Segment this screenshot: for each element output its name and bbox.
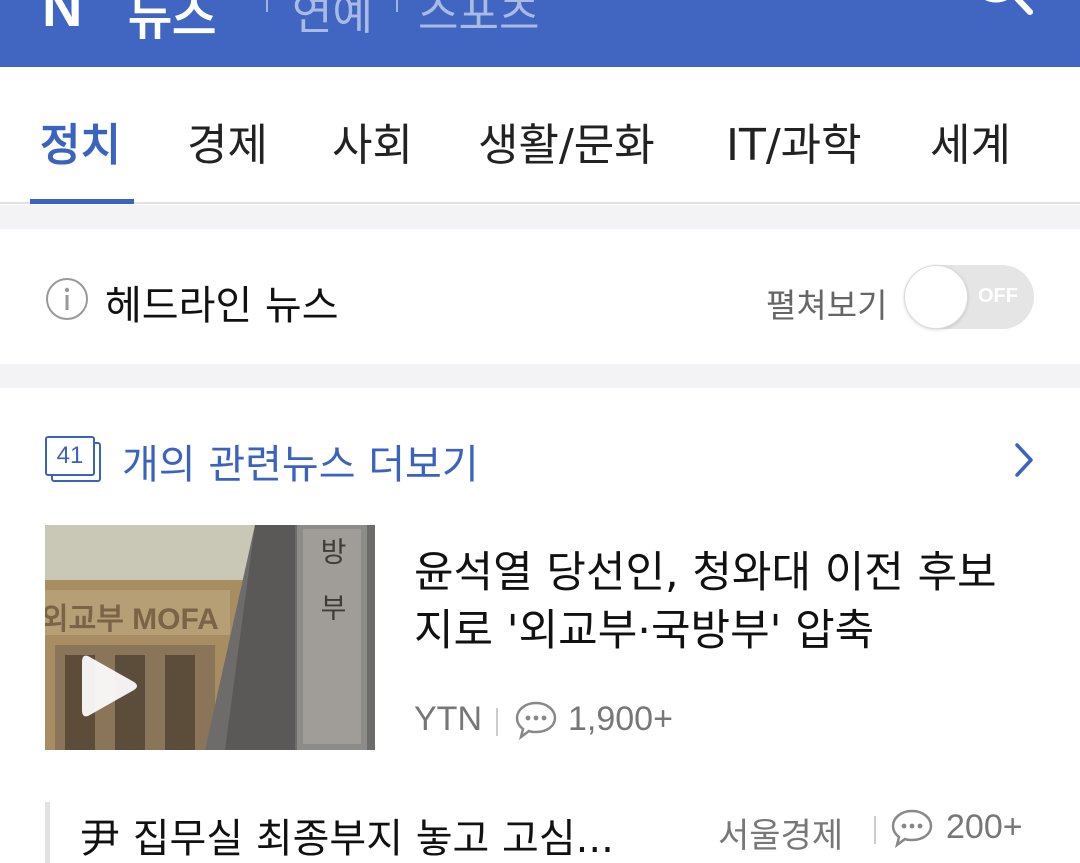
headline-title: 헤드라인 뉴스	[105, 283, 339, 329]
article-source[interactable]: YTN	[414, 700, 482, 739]
section-divider	[0, 364, 1080, 388]
naver-logo[interactable]: N	[42, 0, 82, 39]
related-news-section: 41 개의 관련뉴스 더보기 외교부 MOFA 국방부 윤석열 당선인, 청와대…	[0, 388, 1080, 863]
header-divider	[396, 0, 398, 12]
news-brand-title[interactable]: 뉴스	[128, 0, 216, 48]
search-icon[interactable]	[960, 0, 1040, 26]
header-menu-sports[interactable]: 스포츠	[418, 0, 539, 42]
related-count: 41	[45, 436, 95, 476]
expand-toggle[interactable]: OFF	[904, 265, 1034, 329]
tab-life-culture[interactable]: 생활/문화	[478, 109, 655, 173]
info-icon[interactable]	[45, 277, 89, 321]
list-item-marker	[45, 802, 50, 863]
play-icon[interactable]	[78, 650, 140, 722]
meta-divider	[496, 708, 498, 736]
article-comment-count[interactable]: 200+	[946, 808, 1023, 847]
meta-divider	[874, 816, 876, 844]
tab-politics[interactable]: 정치	[40, 109, 121, 173]
article-source[interactable]: 서울경제	[718, 808, 843, 857]
tab-economy[interactable]: 경제	[187, 109, 268, 173]
thumbnail-sign-text: 외교부 MOFA	[45, 603, 219, 636]
comment-icon[interactable]	[514, 700, 558, 740]
related-news-more-link[interactable]: 개의 관련뉴스 더보기	[122, 432, 479, 490]
thumbnail-monument-text: 국방부	[316, 525, 349, 649]
related-count-badge[interactable]: 41	[45, 436, 101, 482]
category-tabs: 정치 경제 사회 생활/문화 IT/과학 세계	[0, 67, 1080, 204]
toggle-knob	[904, 265, 968, 329]
headline-section: 헤드라인 뉴스 펼쳐보기 OFF	[0, 229, 1080, 364]
toggle-state-label: OFF	[978, 285, 1018, 307]
header-divider	[266, 0, 268, 12]
top-header: N 뉴스 연예 스포츠	[0, 0, 1080, 67]
tab-it-science[interactable]: IT/과학	[726, 109, 862, 173]
chevron-right-icon[interactable]	[1012, 440, 1036, 480]
article-comment-count[interactable]: 1,900+	[568, 700, 673, 739]
expand-label[interactable]: 펼쳐보기	[766, 279, 887, 327]
header-menu-entertainment[interactable]: 연예	[292, 0, 373, 42]
comment-icon[interactable]	[890, 808, 934, 848]
article-title[interactable]: 윤석열 당선인, 청와대 이전 후보지로 '외교부·국방부' 압축	[414, 544, 1034, 660]
tab-world[interactable]: 세계	[930, 109, 1011, 173]
active-tab-indicator	[30, 199, 134, 204]
article-title[interactable]: 尹 집무실 최종부지 놓고 고심...	[80, 806, 680, 863]
tab-society[interactable]: 사회	[332, 109, 413, 173]
section-divider	[0, 205, 1080, 229]
